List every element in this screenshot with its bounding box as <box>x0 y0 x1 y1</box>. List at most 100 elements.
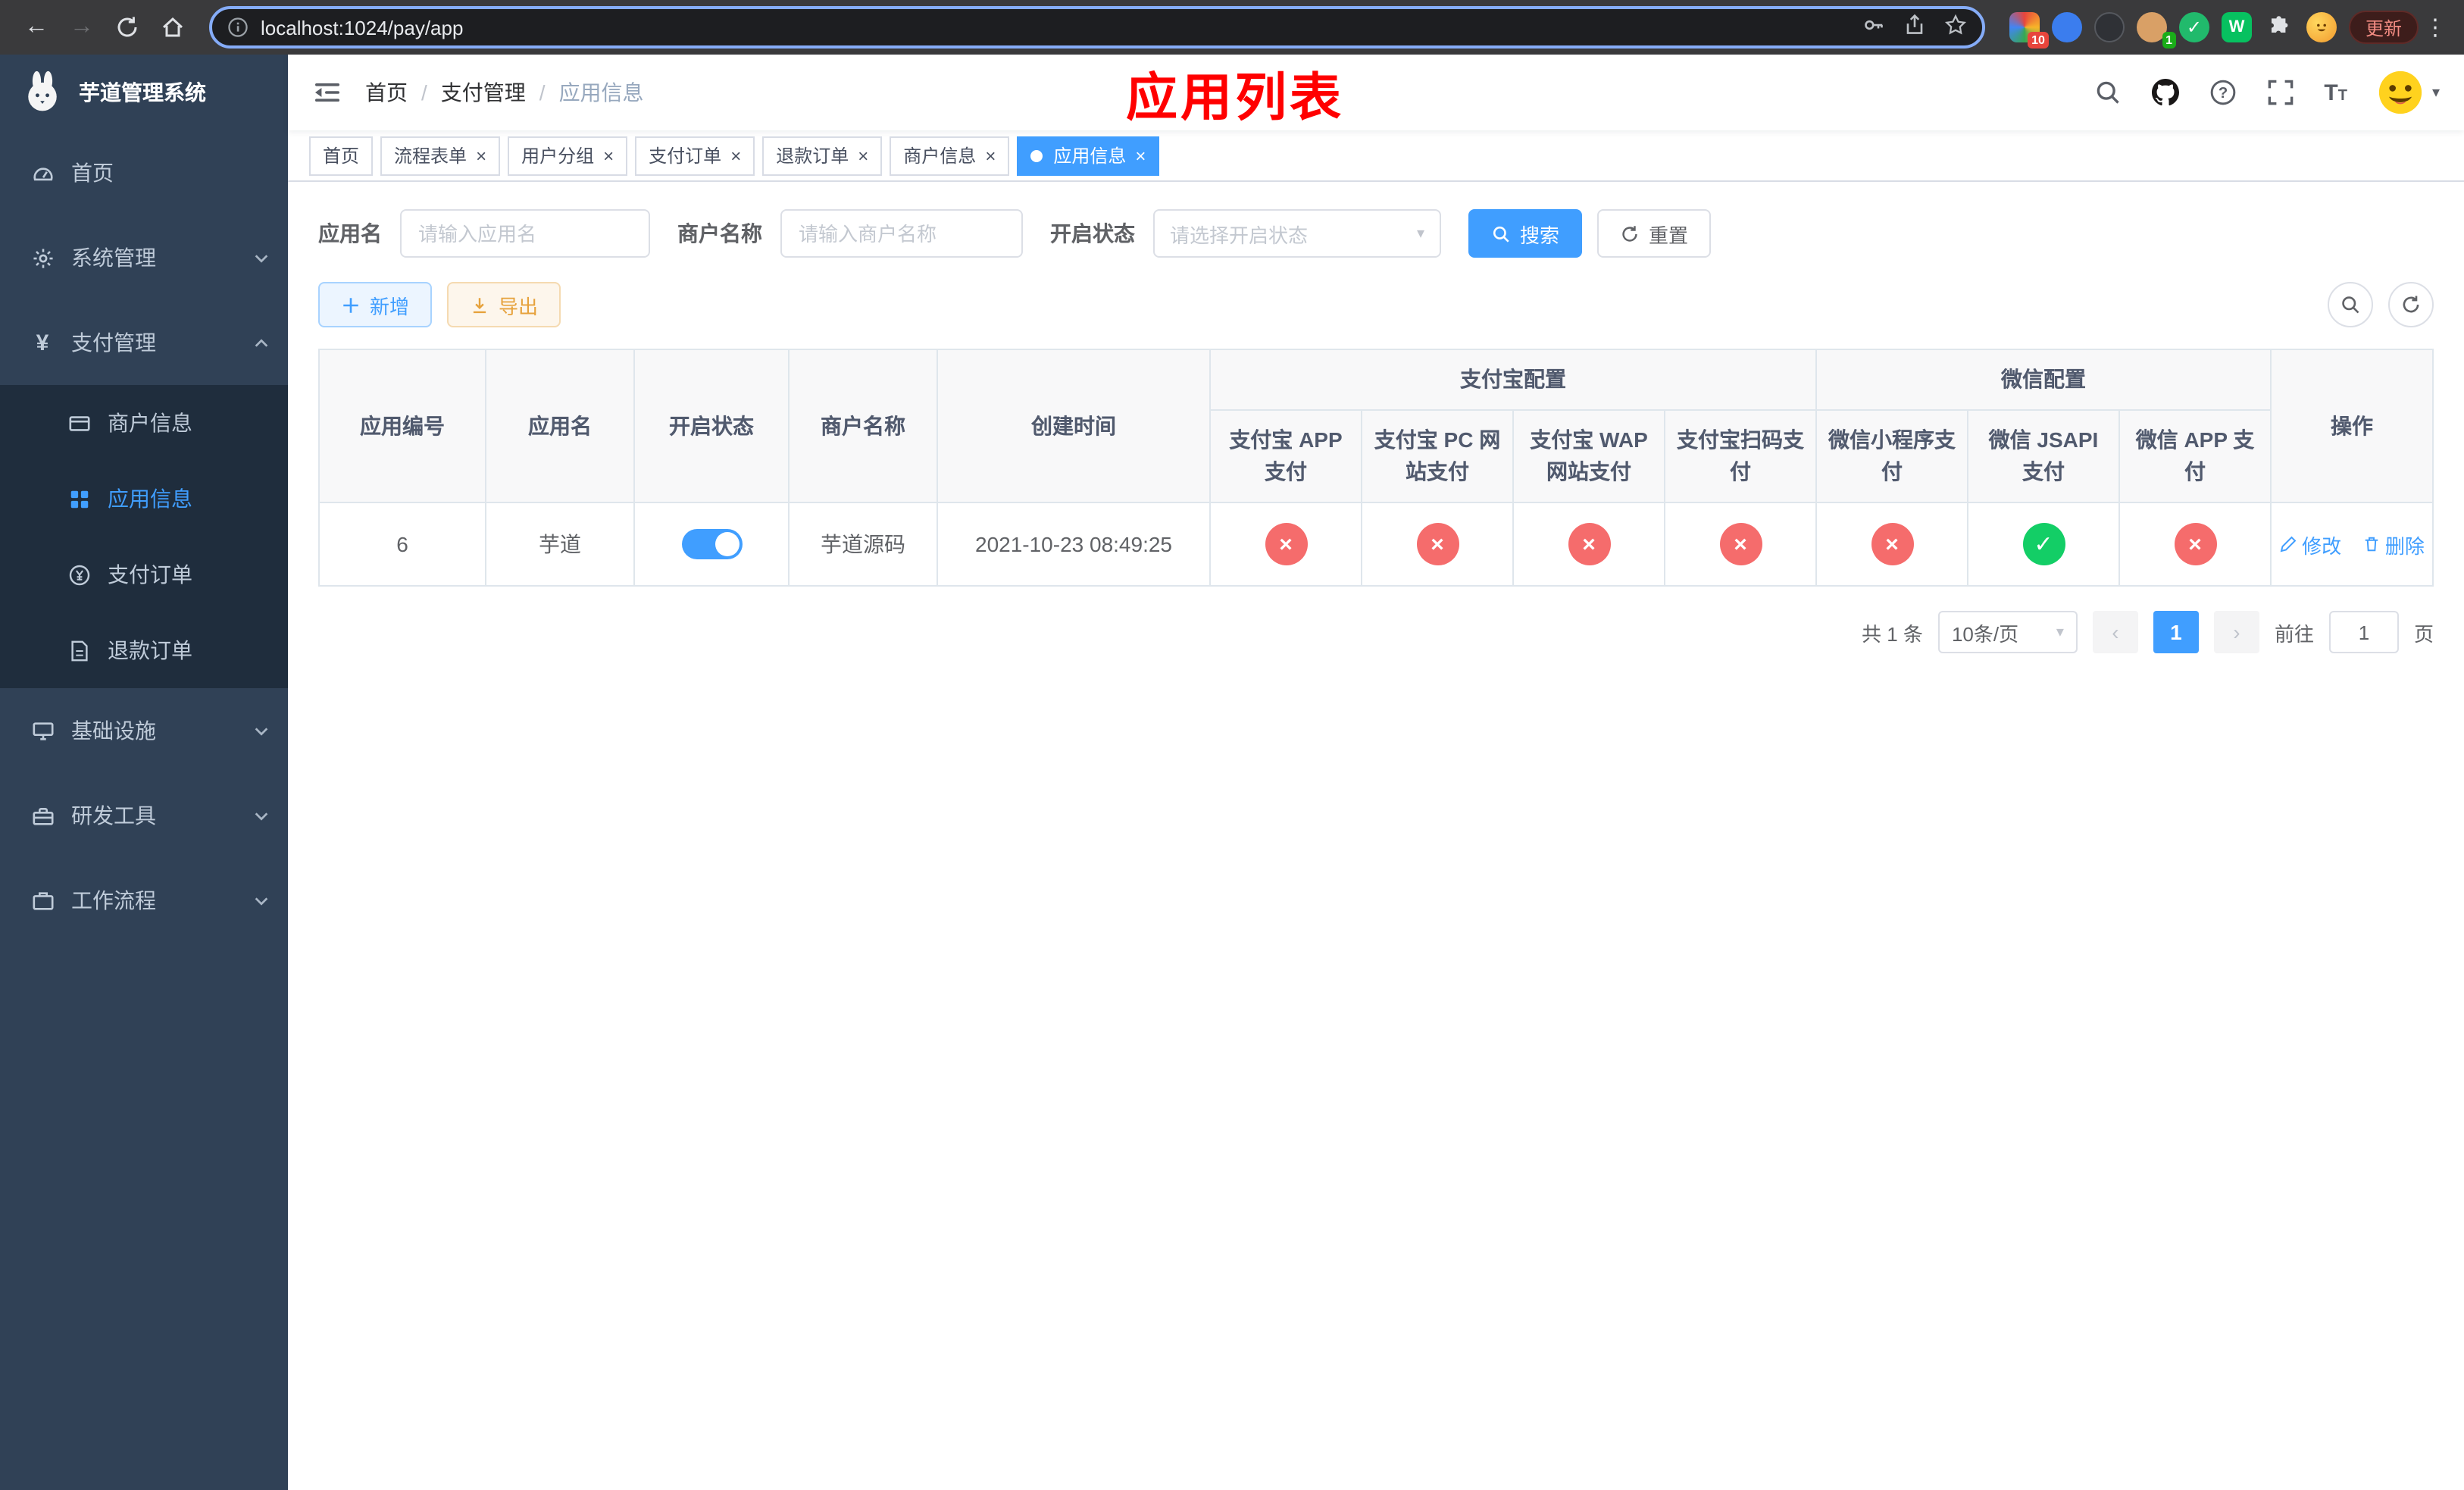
tab-payment-order[interactable]: 支付订单 × <box>635 136 755 175</box>
app-logo-row[interactable]: 芋道管理系统 <box>0 55 288 130</box>
app-name-label: 应用名 <box>318 221 382 246</box>
sidebar-item-payment-order[interactable]: 支付订单 <box>0 537 288 612</box>
extension-badge: 1 <box>2162 32 2176 49</box>
github-icon[interactable] <box>2151 79 2179 106</box>
user-menu[interactable]: ▾ <box>2378 70 2440 115</box>
update-button[interactable]: 更新 <box>2348 11 2419 44</box>
sidebar-item-system[interactable]: 系统管理 <box>0 215 288 300</box>
delete-link[interactable]: 删除 <box>2362 530 2425 559</box>
close-icon[interactable]: × <box>1135 146 1146 164</box>
order-icon <box>67 562 91 587</box>
sidebar-item-refund-order[interactable]: 退款订单 <box>0 612 288 688</box>
sidebar-item-devtools[interactable]: 研发工具 <box>0 773 288 858</box>
sidebar-item-infrastructure[interactable]: 基础设施 <box>0 688 288 773</box>
close-icon[interactable]: × <box>730 146 741 164</box>
profile-avatar-icon[interactable] <box>2306 12 2337 42</box>
tab-process-form[interactable]: 流程表单 × <box>380 136 501 175</box>
home-icon <box>162 17 183 37</box>
pencil-icon <box>2280 536 2297 552</box>
app-title: 芋道管理系统 <box>79 80 206 105</box>
extensions-puzzle-icon[interactable] <box>2264 12 2294 42</box>
address-bar[interactable]: localhost:1024/pay/app <box>209 6 1985 49</box>
extension-icon-green-check[interactable]: ✓ <box>2178 12 2209 42</box>
sidebar-item-merchant-info[interactable]: 商户信息 <box>0 385 288 461</box>
refresh-table-button[interactable] <box>2388 282 2434 327</box>
gear-icon <box>30 246 55 270</box>
search-icon <box>2342 296 2359 314</box>
col-header-alipay-app: 支付宝 APP 支付 <box>1209 409 1362 503</box>
next-page-button[interactable]: › <box>2213 611 2259 653</box>
toggle-search-button[interactable] <box>2328 282 2373 327</box>
search-button[interactable]: 搜索 <box>1468 209 1583 258</box>
chevron-down-icon <box>253 722 270 739</box>
close-icon[interactable]: × <box>476 146 486 164</box>
sidebar-toggle-icon[interactable] <box>312 77 342 108</box>
bookmark-star-icon[interactable] <box>1944 14 1967 41</box>
password-key-icon[interactable] <box>1862 14 1885 41</box>
total-count: 共 1 条 <box>1862 622 1923 645</box>
caret-down-icon: ▾ <box>2431 84 2440 101</box>
status-select[interactable]: 请选择开启状态 ▾ <box>1153 209 1441 258</box>
url-text[interactable]: localhost:1024/pay/app <box>261 16 463 39</box>
sidebar-item-label: 研发工具 <box>71 803 156 828</box>
help-icon[interactable]: ? <box>2209 79 2236 106</box>
tab-app-info[interactable]: 应用信息 × <box>1017 136 1160 175</box>
refresh-icon <box>2403 296 2419 313</box>
tab-label: 应用信息 <box>1053 146 1127 167</box>
page-button-1[interactable]: 1 <box>2153 611 2199 653</box>
tab-merchant-info[interactable]: 商户信息 × <box>890 136 1010 175</box>
tab-refund-order[interactable]: 退款订单 × <box>762 136 883 175</box>
page-title: 应用列表 <box>1126 69 1344 127</box>
search-icon[interactable] <box>2093 79 2121 106</box>
breadcrumb-home[interactable]: 首页 <box>365 77 408 108</box>
yen-icon: ¥ <box>36 330 49 355</box>
search-form: 应用名 商户名称 开启状态 请选择开启状态 ▾ <box>318 209 2434 258</box>
browser-menu-icon[interactable]: ⋮ <box>2422 14 2449 41</box>
wechat-lite-status-icon: × <box>1871 523 1913 565</box>
reload-icon <box>117 17 137 37</box>
share-icon[interactable] <box>1903 14 1926 41</box>
close-icon[interactable]: × <box>603 146 614 164</box>
merchant-name-input[interactable] <box>780 209 1023 258</box>
tab-label: 用户分组 <box>521 146 595 167</box>
edit-link[interactable]: 修改 <box>2279 530 2341 559</box>
sidebar-item-app-info[interactable]: 应用信息 <box>0 461 288 537</box>
extension-icon-colorful[interactable]: 10 <box>2009 12 2049 49</box>
fullscreen-icon[interactable] <box>2266 79 2294 106</box>
extension-icon-tan[interactable]: 1 <box>2136 12 2176 49</box>
sidebar-item-label: 支付管理 <box>71 330 156 355</box>
extension-icon-blue[interactable] <box>2051 12 2082 42</box>
close-icon[interactable]: × <box>858 146 868 164</box>
sidebar-item-payment[interactable]: ¥ 支付管理 <box>0 300 288 385</box>
breadcrumb-payment[interactable]: 支付管理 <box>441 77 526 108</box>
font-size-icon[interactable]: TT <box>2324 80 2347 105</box>
chevron-down-icon <box>253 249 270 266</box>
sidebar-item-workflow[interactable]: 工作流程 <box>0 858 288 943</box>
status-toggle[interactable] <box>681 529 742 559</box>
col-header-status: 开启状态 <box>633 349 790 503</box>
prev-page-button[interactable]: ‹ <box>2092 611 2138 653</box>
extension-icon-dark[interactable] <box>2093 12 2125 42</box>
tab-user-group[interactable]: 用户分组 × <box>508 136 628 175</box>
extension-icon-wechat[interactable]: W <box>2221 12 2252 42</box>
alipay-scan-status-icon: × <box>1719 523 1762 565</box>
goto-page-input[interactable] <box>2328 611 2399 653</box>
reload-button[interactable] <box>106 6 149 49</box>
back-button[interactable]: ← <box>15 6 58 49</box>
home-button[interactable] <box>152 6 194 49</box>
col-group-alipay: 支付宝配置 <box>1209 349 1817 411</box>
app-name-input[interactable] <box>400 209 650 258</box>
forward-button[interactable]: → <box>61 6 103 49</box>
alipay-wap-status-icon: × <box>1568 523 1610 565</box>
close-icon[interactable]: × <box>985 146 996 164</box>
browser-toolbar: ← → localhost:1024/pay/app 10 1 ✓ W 更新 ⋮ <box>0 0 2464 55</box>
sidebar-item-home[interactable]: 首页 <box>0 130 288 215</box>
reset-button[interactable]: 重置 <box>1597 209 1712 258</box>
export-button[interactable]: 导出 <box>447 282 561 327</box>
tab-home[interactable]: 首页 <box>309 136 374 175</box>
tab-label: 退款订单 <box>776 146 849 167</box>
grid-icon <box>67 487 91 511</box>
page-size-select[interactable]: 10条/页 ▾ <box>1937 611 2078 653</box>
add-button[interactable]: 新增 <box>318 282 433 327</box>
site-info-icon[interactable] <box>227 17 249 38</box>
